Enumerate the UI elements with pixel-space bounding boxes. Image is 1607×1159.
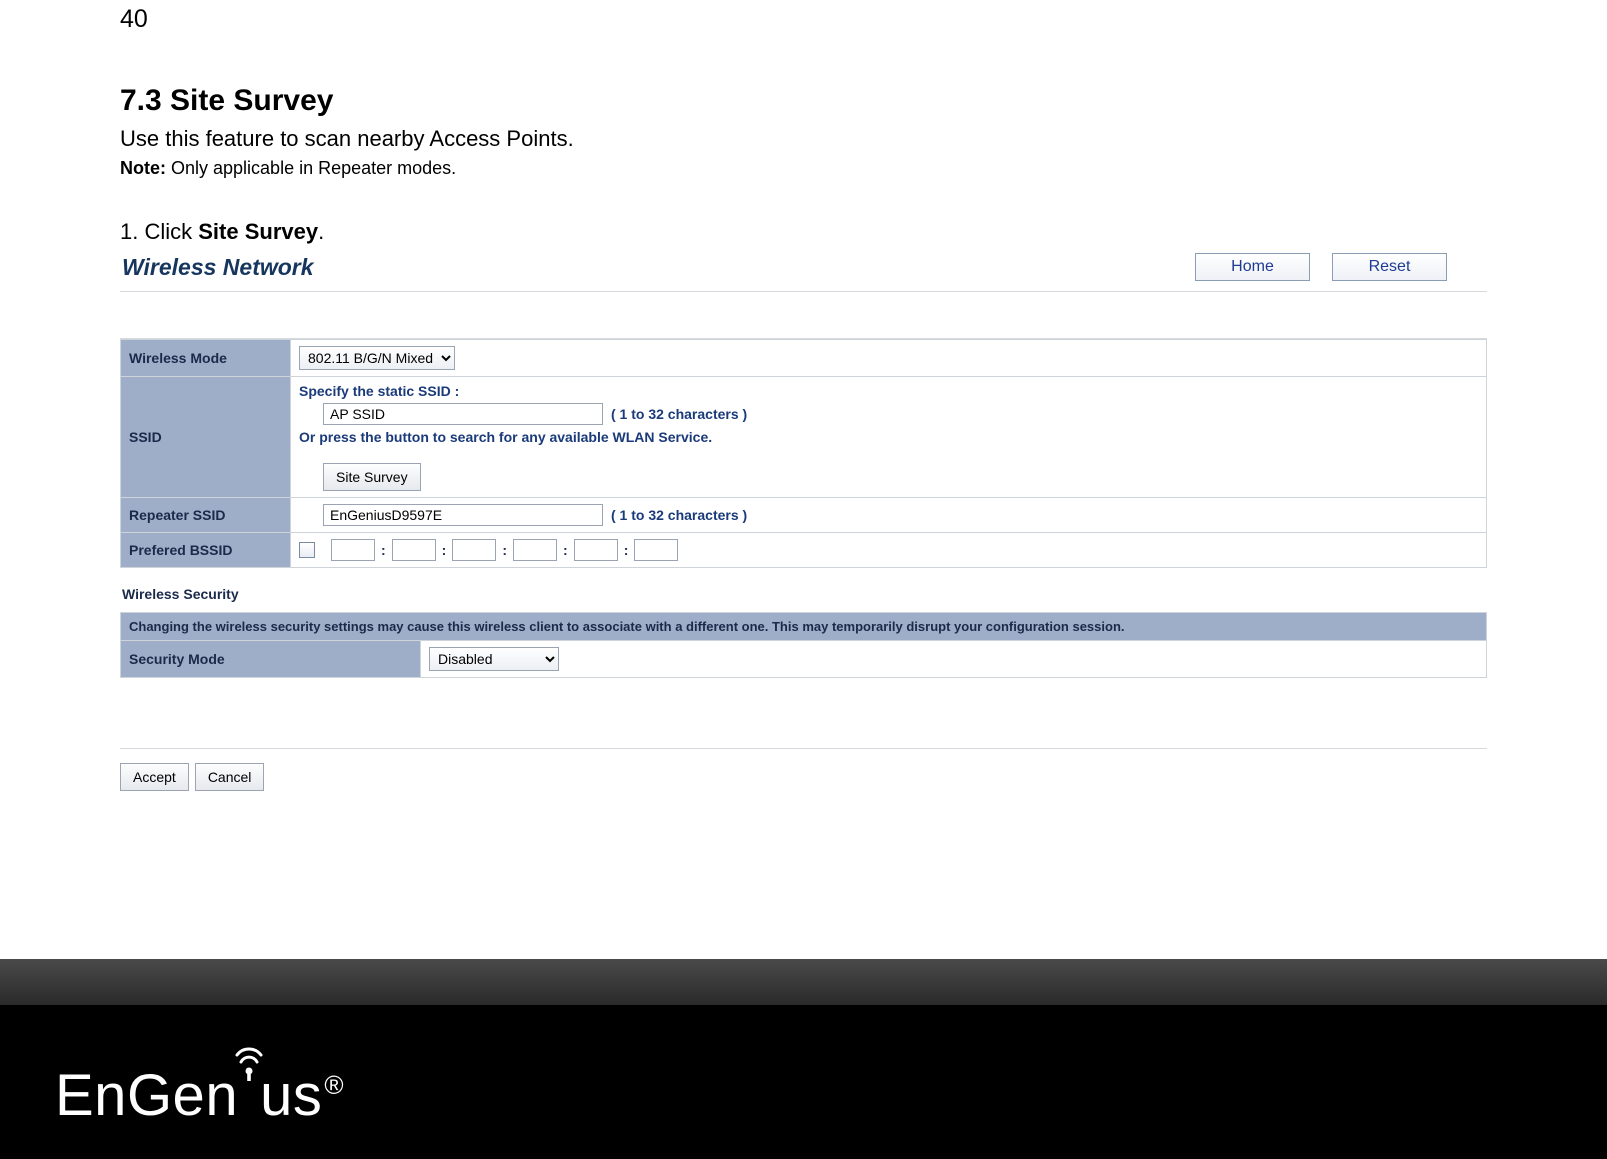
section-heading: 7.3 Site Survey (120, 84, 1487, 118)
colon-sep: : (624, 542, 629, 558)
row-wireless-mode: Wireless Mode 802.11 B/G/N Mixed (121, 340, 1487, 377)
note-line: Note: Only applicable in Repeater modes. (120, 158, 1487, 179)
action-buttons: Accept Cancel (120, 763, 1487, 791)
top-buttons: Home Reset (1195, 253, 1487, 281)
step-line: 1. Click Site Survey. (120, 219, 1487, 245)
step-prefix: 1. Click (120, 219, 198, 244)
note-text: Only applicable in Repeater modes. (166, 158, 456, 178)
field-ssid: Specify the static SSID : ( 1 to 32 char… (291, 377, 1487, 498)
colon-sep: : (381, 542, 386, 558)
bssid-oct-5[interactable] (574, 539, 618, 561)
row-prefered-bssid: Prefered BSSID : : : : : (121, 533, 1487, 568)
bssid-oct-6[interactable] (634, 539, 678, 561)
wireless-form-table: Wireless Mode 802.11 B/G/N Mixed SSID Sp… (120, 339, 1487, 568)
wireless-security-title: Wireless Security (122, 586, 1487, 602)
cancel-button[interactable]: Cancel (195, 763, 265, 791)
intro-text: Use this feature to scan nearby Access P… (120, 126, 1487, 152)
logo-text-en: EnGen (55, 1062, 238, 1129)
colon-sep: : (563, 542, 568, 558)
colon-sep: : (502, 542, 507, 558)
row-security-mode: Security Mode Disabled (121, 641, 1487, 678)
label-wireless-mode: Wireless Mode (121, 340, 291, 377)
label-repeater-ssid: Repeater SSID (121, 498, 291, 533)
home-button[interactable]: Home (1195, 253, 1310, 281)
row-ssid: SSID Specify the static SSID : ( 1 to 32… (121, 377, 1487, 498)
site-survey-button[interactable]: Site Survey (323, 463, 421, 491)
registered-symbol: ® (324, 1070, 344, 1101)
security-table: Changing the wireless security settings … (120, 612, 1487, 678)
bssid-oct-2[interactable] (392, 539, 436, 561)
note-label: Note: (120, 158, 166, 178)
ssid-char-hint: ( 1 to 32 characters ) (603, 406, 747, 422)
panel-title: Wireless Network (122, 254, 314, 281)
wireless-mode-select[interactable]: 802.11 B/G/N Mixed (299, 346, 455, 370)
ssid-search-text: Or press the button to search for any av… (299, 429, 1478, 445)
row-repeater-ssid: Repeater SSID ( 1 to 32 characters ) (121, 498, 1487, 533)
repeater-ssid-input[interactable] (323, 504, 603, 526)
field-security-mode: Disabled (421, 641, 1487, 678)
field-wireless-mode: 802.11 B/G/N Mixed (291, 340, 1487, 377)
engenius-logo: EnGen us ® (55, 1062, 342, 1129)
divider (120, 748, 1487, 749)
panel-header: Wireless Network Home Reset (120, 251, 1487, 285)
step-suffix: . (318, 219, 324, 244)
colon-sep: : (442, 542, 447, 558)
footer-strip (0, 959, 1607, 1005)
spacer (120, 291, 1487, 339)
wifi-icon (234, 1028, 264, 1095)
security-warning: Changing the wireless security settings … (121, 613, 1487, 641)
bssid-oct-3[interactable] (452, 539, 496, 561)
repeater-char-hint: ( 1 to 32 characters ) (603, 507, 747, 523)
bssid-oct-4[interactable] (513, 539, 557, 561)
field-repeater-ssid: ( 1 to 32 characters ) (291, 498, 1487, 533)
ssid-input[interactable] (323, 403, 603, 425)
label-security-mode: Security Mode (121, 641, 421, 678)
ssid-static-text: Specify the static SSID : (299, 383, 1478, 399)
field-prefered-bssid: : : : : : (291, 533, 1487, 568)
page-number: 40 (120, 0, 1487, 34)
reset-button[interactable]: Reset (1332, 253, 1447, 281)
label-prefered-bssid: Prefered BSSID (121, 533, 291, 568)
page-footer: EnGen us ® (0, 959, 1607, 1159)
bssid-checkbox[interactable] (299, 542, 315, 558)
label-ssid: SSID (121, 377, 291, 498)
wireless-network-panel: Wireless Network Home Reset Wireless Mod… (120, 251, 1487, 791)
logo-text-us: us (260, 1062, 322, 1129)
bssid-oct-1[interactable] (331, 539, 375, 561)
security-warning-row: Changing the wireless security settings … (121, 613, 1487, 641)
security-mode-select[interactable]: Disabled (429, 647, 559, 671)
step-bold: Site Survey (198, 219, 318, 244)
accept-button[interactable]: Accept (120, 763, 189, 791)
